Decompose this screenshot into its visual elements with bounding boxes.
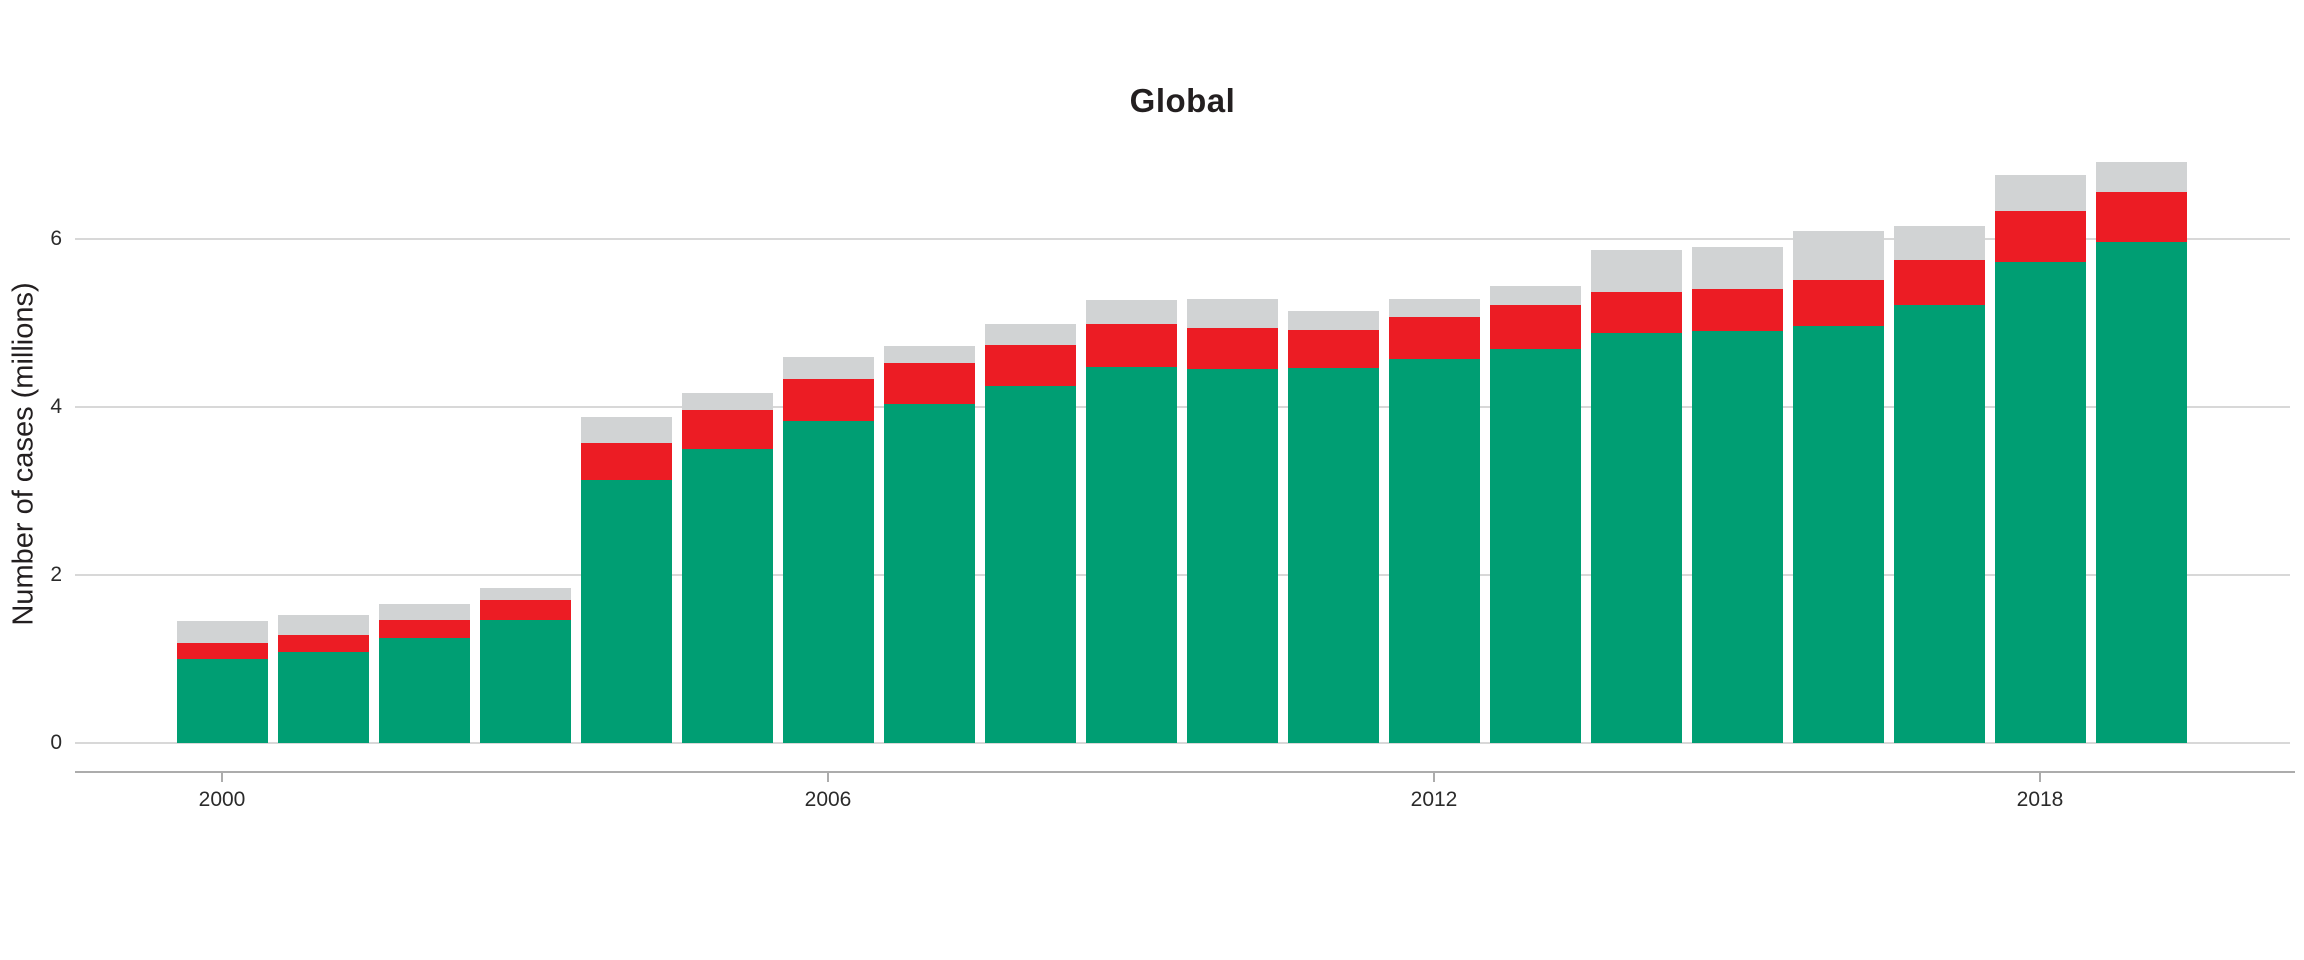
x-tick-label-2000: 2000 [162, 787, 282, 813]
x-axis-line [75, 771, 2295, 773]
bar-2009-gray-top-segment [1086, 300, 1177, 324]
bar-2000-green-bottom-segment [177, 659, 268, 743]
bar-2007-gray-top-segment [884, 346, 975, 363]
x-tick-2006 [827, 772, 829, 782]
bar-2003-red-middle-segment [480, 600, 571, 620]
bar-2013-red-middle-segment [1490, 305, 1581, 349]
y-tick-label-0: 0 [10, 730, 62, 756]
x-tick-2000 [221, 772, 223, 782]
bar-2000-red-middle-segment [177, 643, 268, 659]
bar-2004-red-middle-segment [581, 443, 672, 480]
bar-2006-red-middle-segment [783, 379, 874, 421]
bar-2017-gray-top-segment [1894, 226, 1985, 260]
bar-2007-red-middle-segment [884, 363, 975, 404]
y-tick-label-2: 2 [10, 562, 62, 588]
bar-2018-red-middle-segment [1995, 211, 2086, 262]
bar-2001-red-middle-segment [278, 635, 369, 652]
bar-2014-green-bottom-segment [1591, 333, 1682, 743]
bar-2001-gray-top-segment [278, 615, 369, 635]
x-tick-2012 [1433, 772, 1435, 782]
x-tick-label-2012: 2012 [1374, 787, 1494, 813]
chart-title: Global [75, 82, 2290, 120]
bar-2017-green-bottom-segment [1894, 305, 1985, 743]
bar-2002-green-bottom-segment [379, 638, 470, 743]
bar-2004-green-bottom-segment [581, 480, 672, 743]
bar-2011-gray-top-segment [1288, 311, 1379, 330]
y-tick-label-6: 6 [10, 226, 62, 252]
bar-2016-gray-top-segment [1793, 231, 1884, 280]
bar-2010-red-middle-segment [1187, 328, 1278, 369]
bar-2008-red-middle-segment [985, 345, 1076, 386]
bar-2004-gray-top-segment [581, 417, 672, 443]
bar-2016-green-bottom-segment [1793, 326, 1884, 743]
bar-2018-green-bottom-segment [1995, 262, 2086, 743]
bar-2008-green-bottom-segment [985, 386, 1076, 743]
bar-2013-gray-top-segment [1490, 286, 1581, 305]
bar-2003-gray-top-segment [480, 588, 571, 600]
bar-2005-gray-top-segment [682, 393, 773, 410]
bar-2019-green-bottom-segment [2096, 242, 2187, 743]
stacked-bar-chart: Global Number of cases (millions) 024620… [0, 0, 2304, 960]
bar-2013-green-bottom-segment [1490, 349, 1581, 743]
bar-2012-green-bottom-segment [1389, 359, 1480, 743]
bar-2001-green-bottom-segment [278, 652, 369, 743]
bar-2012-gray-top-segment [1389, 299, 1480, 317]
bar-2005-green-bottom-segment [682, 449, 773, 743]
x-tick-label-2006: 2006 [768, 787, 888, 813]
bar-2014-red-middle-segment [1591, 292, 1682, 333]
bar-2011-green-bottom-segment [1288, 368, 1379, 743]
bar-2019-gray-top-segment [2096, 162, 2187, 192]
bar-2011-red-middle-segment [1288, 330, 1379, 368]
x-tick-label-2018: 2018 [1980, 787, 2100, 813]
bar-2002-red-middle-segment [379, 620, 470, 638]
bar-2015-green-bottom-segment [1692, 331, 1783, 743]
bar-2009-green-bottom-segment [1086, 367, 1177, 743]
bar-2003-green-bottom-segment [480, 620, 571, 743]
bar-2000-gray-top-segment [177, 621, 268, 643]
bar-2015-red-middle-segment [1692, 289, 1783, 331]
bar-2008-gray-top-segment [985, 324, 1076, 345]
bar-2002-gray-top-segment [379, 604, 470, 620]
bar-2007-green-bottom-segment [884, 404, 975, 743]
bar-2005-red-middle-segment [682, 410, 773, 449]
bar-2006-green-bottom-segment [783, 421, 874, 743]
bar-2019-red-middle-segment [2096, 192, 2187, 242]
x-tick-2018 [2039, 772, 2041, 782]
bar-2009-red-middle-segment [1086, 324, 1177, 367]
bar-2006-gray-top-segment [783, 357, 874, 379]
bar-2010-gray-top-segment [1187, 299, 1278, 328]
bar-2010-green-bottom-segment [1187, 369, 1278, 743]
bar-2018-gray-top-segment [1995, 175, 2086, 211]
bar-2012-red-middle-segment [1389, 317, 1480, 359]
y-tick-label-4: 4 [10, 394, 62, 420]
bar-2014-gray-top-segment [1591, 250, 1682, 292]
bar-2017-red-middle-segment [1894, 260, 1985, 305]
bar-2016-red-middle-segment [1793, 280, 1884, 326]
bar-2015-gray-top-segment [1692, 247, 1783, 289]
